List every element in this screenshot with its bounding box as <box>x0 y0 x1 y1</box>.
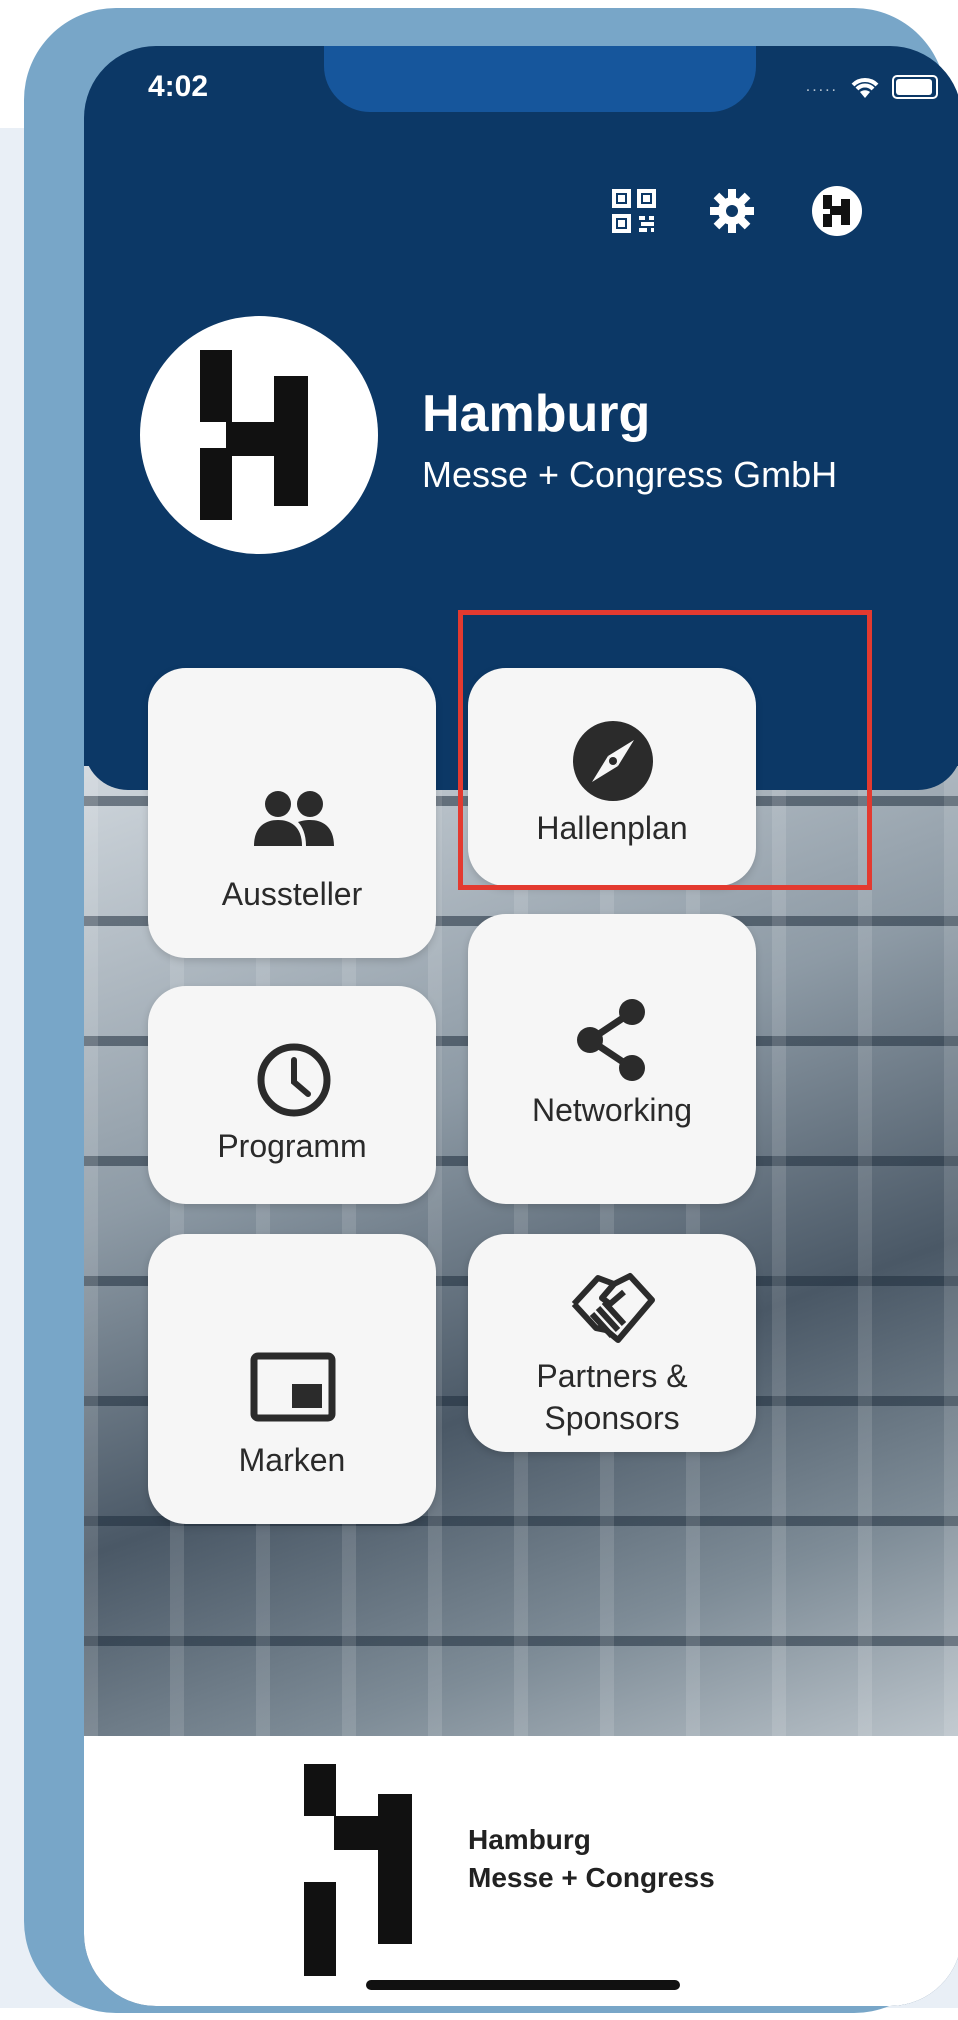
wifi-icon <box>851 78 879 98</box>
battery-icon <box>892 75 938 99</box>
footer-text-line1: Hamburg <box>468 1824 591 1855</box>
share-icon <box>577 999 645 1081</box>
tile-label-partners-sponsors: Partners & Sponsors <box>536 1358 688 1436</box>
brand-title: Hamburg <box>422 385 651 443</box>
tile-label-marken: Marken <box>238 1442 346 1478</box>
picture-in-picture-icon <box>250 1352 336 1422</box>
handshake-icon <box>571 1273 655 1343</box>
tile-aussteller[interactable]: Aussteller <box>148 668 436 958</box>
brand-subtitle: Messe + Congress GmbH <box>422 454 838 495</box>
qr-code-icon[interactable] <box>606 184 662 238</box>
account-icon[interactable] <box>806 184 868 238</box>
footer-logo-mark <box>304 1764 412 1976</box>
tile-marken[interactable]: Marken <box>148 1234 436 1524</box>
tile-networking[interactable]: Networking <box>468 914 756 1204</box>
tile-partners-sponsors[interactable]: Partners & Sponsors <box>468 1234 756 1452</box>
footer-text-line2: Messe + Congress <box>468 1862 715 1893</box>
hmc-logo <box>140 316 378 554</box>
device-notch <box>324 46 756 112</box>
tile-label-programm: Programm <box>217 1128 367 1164</box>
gear-icon[interactable] <box>704 184 760 238</box>
footer-banner: Hamburg Messe + Congress <box>84 1736 958 2006</box>
status-indicators: ..... <box>806 74 938 100</box>
people-icon <box>254 791 334 846</box>
tile-label-networking: Networking <box>531 1092 693 1128</box>
highlight-box <box>458 610 872 890</box>
clock-icon <box>257 1043 331 1117</box>
tile-label-aussteller: Aussteller <box>221 876 363 912</box>
phone-frame: 4:02 ..... Hamburg Messe + Congress GmbH… <box>24 8 958 2013</box>
home-indicator[interactable] <box>366 1980 680 1990</box>
status-time: 4:02 <box>148 70 209 103</box>
cellular-signal: ..... <box>805 78 838 95</box>
app-screen: 4:02 ..... Hamburg Messe + Congress GmbH… <box>84 46 958 2006</box>
tile-programm[interactable]: Programm <box>148 986 436 1204</box>
